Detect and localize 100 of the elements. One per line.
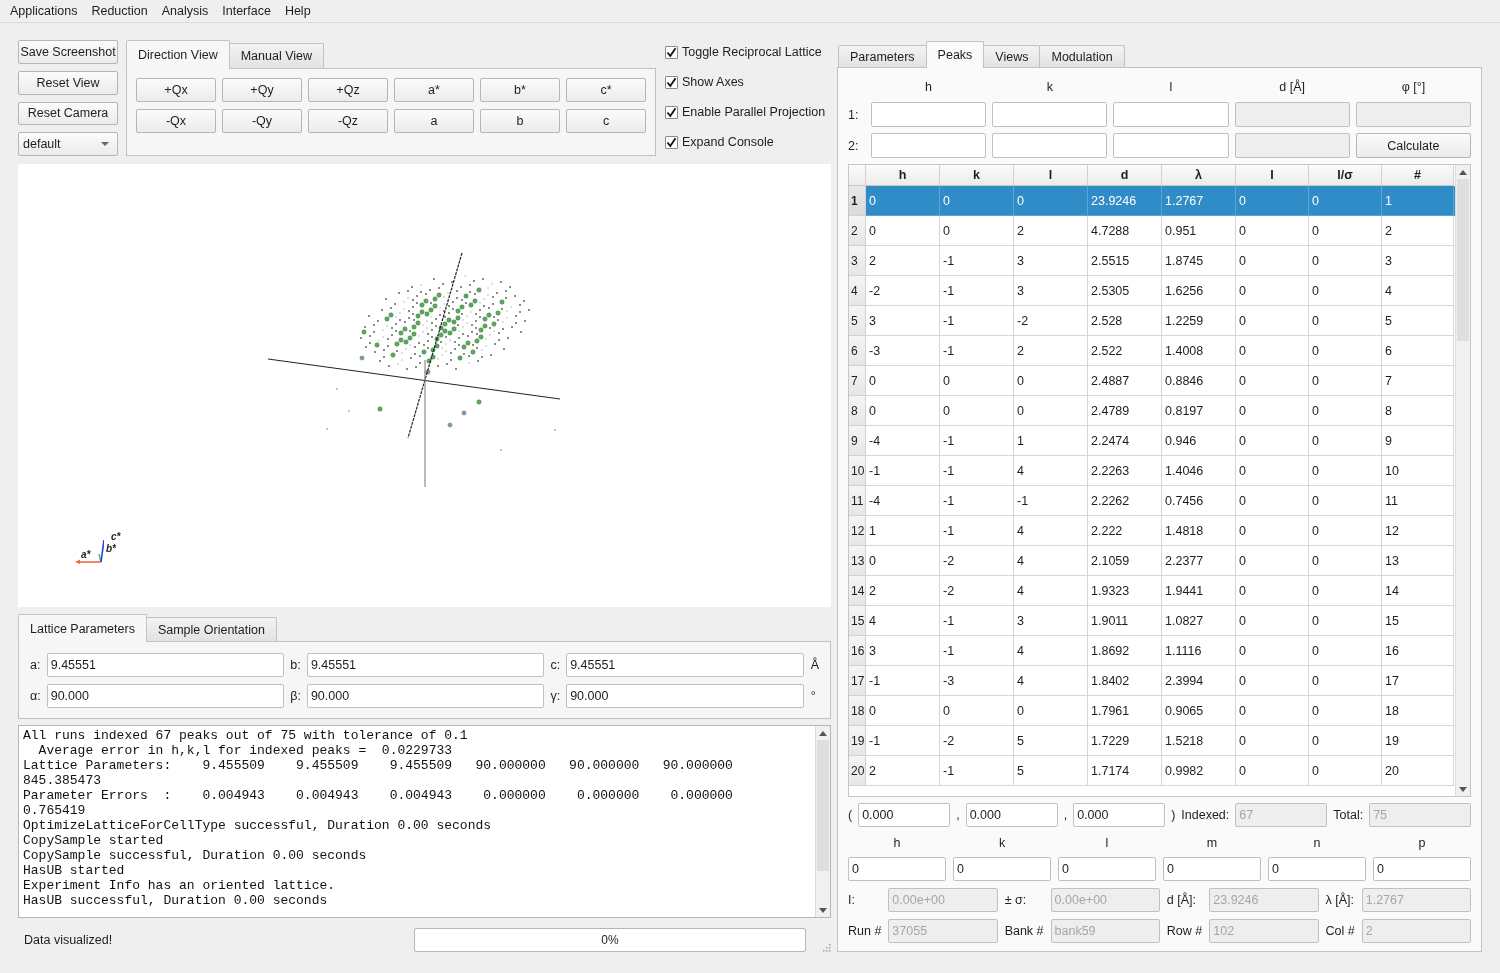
direction-button[interactable]: -Qx [136, 109, 216, 133]
checkbox-label[interactable]: Show Axes [682, 75, 744, 89]
row-header[interactable]: 3 [849, 246, 866, 276]
tab[interactable]: Manual View [228, 43, 324, 68]
input-field[interactable]: 0 [848, 857, 946, 881]
input-field[interactable] [871, 102, 987, 127]
table-row[interactable]: 3 2 -1 3 2.5515 1.8745 0 0 3 [849, 246, 1455, 276]
tab[interactable]: Sample Orientation [145, 617, 277, 641]
row-header[interactable]: 10 [849, 456, 866, 486]
column-header[interactable]: # [1382, 165, 1454, 186]
direction-button[interactable]: +Qx [136, 78, 216, 102]
q-field[interactable]: 0.000 [1073, 803, 1166, 827]
table-row[interactable]: 15 4 -1 3 1.9011 1.0827 0 0 15 [849, 606, 1455, 636]
input-field[interactable]: 9.45551 [46, 653, 285, 677]
column-header[interactable]: l [1014, 165, 1088, 186]
scrollbar-thumb[interactable] [1457, 179, 1469, 341]
calculate-button[interactable]: Calculate [1355, 133, 1471, 158]
input-field[interactable] [871, 133, 987, 158]
checkbox[interactable] [665, 135, 678, 149]
row-header[interactable]: 7 [849, 366, 866, 396]
input-field[interactable] [992, 102, 1108, 127]
column-header[interactable]: I/σ [1309, 165, 1382, 186]
menu-item[interactable]: Reduction [84, 1, 155, 21]
row-header[interactable]: 16 [849, 636, 866, 666]
row-header[interactable]: 9 [849, 426, 866, 456]
input-field[interactable]: 90.000 [46, 684, 285, 708]
table-row[interactable]: 11 -4 -1 -1 2.2262 0.7456 0 0 11 [849, 486, 1455, 516]
direction-button[interactable]: -Qy [222, 109, 302, 133]
direction-button[interactable]: -Qz [308, 109, 388, 133]
menu-item[interactable]: Interface [215, 1, 278, 21]
row-header[interactable]: 8 [849, 396, 866, 426]
input-field[interactable] [1113, 133, 1229, 158]
tab[interactable]: Modulation [1039, 45, 1125, 67]
input-field[interactable] [1113, 102, 1229, 127]
row-header[interactable]: 4 [849, 276, 866, 306]
scrollbar-thumb[interactable] [817, 740, 829, 871]
table-row[interactable]: 10 -1 -1 4 2.2263 1.4046 0 0 10 [849, 456, 1455, 486]
input-field[interactable]: 0 [1373, 857, 1471, 881]
menu-item[interactable]: Analysis [154, 1, 216, 21]
checkbox[interactable] [665, 75, 678, 89]
row-header[interactable]: 11 [849, 486, 866, 516]
table-row[interactable]: 16 3 -1 4 1.8692 1.1116 0 0 16 [849, 636, 1455, 666]
tab[interactable]: Direction View [126, 40, 230, 69]
table-row[interactable]: 17 -1 -3 4 1.8402 2.3994 0 0 17 [849, 666, 1455, 696]
row-header[interactable]: 13 [849, 546, 866, 576]
direction-button[interactable]: c [566, 109, 646, 133]
column-header[interactable]: λ [1162, 165, 1236, 186]
view-button[interactable]: Save Screenshot [18, 40, 118, 64]
checkbox[interactable] [665, 45, 678, 59]
menu-item[interactable]: Help [277, 1, 318, 21]
row-header[interactable]: 17 [849, 666, 866, 696]
q-field[interactable]: 0.000 [858, 803, 951, 827]
table-row[interactable]: 4 -2 -1 3 2.5305 1.6256 0 0 4 [849, 276, 1455, 306]
column-header[interactable]: d [1088, 165, 1162, 186]
row-header[interactable]: 12 [849, 516, 866, 546]
table-row[interactable]: 14 2 -2 4 1.9323 1.9441 0 0 14 [849, 576, 1455, 606]
input-field[interactable]: 90.000 [566, 684, 804, 708]
table-row[interactable]: 9 -4 -1 1 2.2474 0.946 0 0 9 [849, 426, 1455, 456]
table-row[interactable]: 19 -1 -2 5 1.7229 1.5218 0 0 19 [849, 726, 1455, 756]
table-row[interactable]: 2 0 0 2 4.7288 0.951 0 0 2 [849, 216, 1455, 246]
table-row[interactable]: 5 3 -1 -2 2.528 1.2259 0 0 5 [849, 306, 1455, 336]
checkbox-label[interactable]: Toggle Reciprocal Lattice [682, 45, 822, 59]
direction-button[interactable]: b* [480, 78, 560, 102]
scroll-up-icon[interactable] [819, 730, 827, 736]
tab[interactable]: Peaks [925, 41, 985, 68]
input-field[interactable]: 0 [1163, 857, 1261, 881]
row-header[interactable]: 2 [849, 216, 866, 246]
checkbox-label[interactable]: Expand Console [682, 135, 774, 149]
row-header[interactable]: 19 [849, 726, 866, 756]
row-header[interactable]: 6 [849, 336, 866, 366]
checkbox-label[interactable]: Enable Parallel Projection [682, 105, 826, 119]
menu-item[interactable]: Applications [3, 1, 85, 21]
table-row[interactable]: 18 0 0 0 1.7961 0.9065 0 0 18 [849, 696, 1455, 726]
row-header[interactable]: 18 [849, 696, 866, 726]
scroll-up-icon[interactable] [1459, 169, 1467, 175]
direction-button[interactable]: b [480, 109, 560, 133]
view-button[interactable]: Reset Camera [18, 101, 118, 126]
preset-dropdown[interactable]: default [18, 132, 118, 156]
column-header[interactable]: h [866, 165, 940, 186]
row-header[interactable]: 1 [849, 186, 866, 216]
direction-button[interactable]: +Qz [308, 78, 388, 102]
input-field[interactable]: 0 [953, 857, 1051, 881]
row-header[interactable]: 14 [849, 576, 866, 606]
tab[interactable]: Views [983, 45, 1041, 67]
scroll-down-icon[interactable] [1459, 786, 1467, 792]
table-row[interactable]: 13 0 -2 4 2.1059 2.2377 0 0 13 [849, 546, 1455, 576]
input-field[interactable]: 9.45551 [566, 653, 804, 677]
column-header[interactable]: k [940, 165, 1014, 186]
size-grip-icon[interactable] [822, 943, 831, 952]
direction-button[interactable]: +Qy [222, 78, 302, 102]
input-field[interactable] [992, 133, 1108, 158]
input-field[interactable]: 0 [1268, 857, 1366, 881]
tab[interactable]: Parameters [838, 45, 927, 67]
input-field[interactable]: 9.45551 [306, 653, 545, 677]
table-row[interactable]: 8 0 0 0 2.4789 0.8197 0 0 8 [849, 396, 1455, 426]
view-button[interactable]: Reset View [18, 70, 118, 95]
column-header[interactable]: I [1236, 165, 1309, 186]
input-field[interactable]: 90.000 [306, 684, 545, 708]
input-field[interactable]: 0 [1058, 857, 1156, 881]
table-row[interactable]: 20 2 -1 5 1.7174 0.9982 0 0 20 [849, 756, 1455, 786]
